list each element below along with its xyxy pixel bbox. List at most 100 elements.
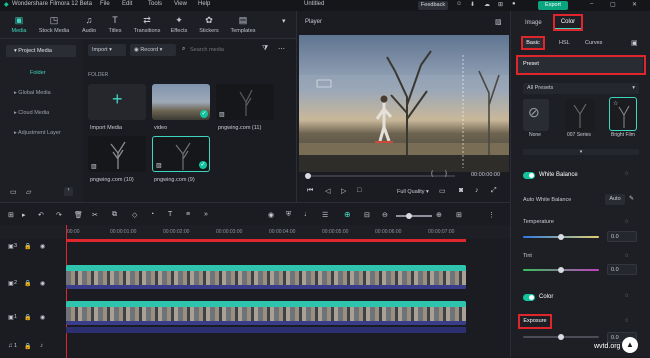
render-icon[interactable]: ◉ (268, 211, 274, 219)
play-icon[interactable]: ▷ (341, 187, 346, 195)
crop-icon[interactable]: ⧉ (112, 211, 117, 219)
layout-icon[interactable]: ⊞ (8, 211, 14, 219)
tab-templates[interactable]: ▤ Templates (226, 13, 260, 37)
sidebar-item-folder[interactable]: Folder (6, 67, 76, 79)
collapse-sidebar-icon[interactable]: ‹ (64, 187, 73, 196)
select-icon[interactable]: ▸ (22, 211, 26, 219)
subtab-curves[interactable]: Curves (585, 40, 602, 46)
split-screen-icon[interactable]: ⊟ (364, 211, 370, 219)
notification-icon[interactable]: ☺ (456, 1, 462, 7)
video-tile[interactable]: ✓ (152, 84, 210, 120)
mark-out-icon[interactable]: } (445, 171, 447, 177)
image-tile-11[interactable]: ▨ ✓ (216, 84, 274, 120)
undo-icon[interactable]: ↶ (38, 211, 44, 219)
display-icon[interactable]: ▭ (439, 187, 446, 195)
minimize-icon[interactable]: – (590, 1, 593, 7)
eye-icon[interactable]: ◉ (40, 243, 45, 250)
white-balance-toggle[interactable] (523, 172, 535, 179)
menu-edit[interactable]: Edit (122, 1, 132, 7)
stop-icon[interactable]: □ (357, 187, 361, 194)
step-back-icon[interactable]: ◁ (325, 187, 330, 195)
filter-icon[interactable]: ⧩ (262, 45, 268, 53)
lock-icon[interactable]: 🔒 (24, 314, 31, 321)
playhead[interactable] (66, 225, 67, 358)
menu-help[interactable]: Help (198, 1, 210, 7)
slider-knob[interactable] (558, 234, 564, 240)
picture-icon[interactable]: ▨ (495, 18, 502, 26)
cloud-icon[interactable]: ☁ (484, 1, 490, 8)
shield-icon[interactable]: ⛨ (286, 211, 291, 219)
slider-knob[interactable] (558, 267, 564, 273)
tab-effects[interactable]: ✦ Effects (164, 13, 194, 37)
tint-slider[interactable] (523, 267, 599, 273)
split-icon[interactable]: ✂ (92, 211, 98, 219)
tab-stickers[interactable]: ✿ Stickers (194, 13, 224, 37)
sidebar-item-adjustment-layer[interactable]: ▸ Adjustment Layer (6, 127, 76, 139)
lock-icon[interactable]: 🔒 (24, 280, 31, 287)
feedback-button[interactable]: Feedback (418, 1, 448, 10)
reset-icon[interactable]: ◌ (625, 253, 629, 259)
zoom-out-icon[interactable]: ⊖ (382, 211, 388, 219)
eyedropper-icon[interactable]: ✎ (629, 195, 634, 202)
close-icon[interactable]: ✕ (632, 1, 637, 8)
tint-value[interactable]: 0.0 (607, 264, 637, 275)
volume-icon[interactable]: ♪ (475, 187, 479, 194)
speed-icon[interactable]: ◔ (150, 211, 154, 218)
collapse-icon[interactable]: ▾ (282, 17, 286, 25)
import-media-tile[interactable]: + (88, 84, 146, 120)
tab-image[interactable]: Image (525, 20, 542, 26)
reset-icon[interactable]: ◌ (625, 219, 629, 225)
record-dropdown[interactable]: ◉ Record ▾ (130, 44, 176, 56)
lock-icon[interactable]: 🔒 (24, 343, 31, 350)
menu-tools[interactable]: Tools (148, 1, 162, 7)
mark-in-icon[interactable]: { (431, 171, 433, 177)
preset-category-dropdown[interactable]: All Presets ▾ (523, 83, 639, 94)
snapshot-icon[interactable]: ◙ (459, 187, 463, 194)
exposure-slider[interactable] (523, 334, 599, 340)
video-preview[interactable] (299, 35, 509, 172)
fit-icon[interactable]: ⊞ (456, 211, 462, 219)
volume-icon[interactable]: ♪ (40, 343, 43, 349)
preset-007-series[interactable] (565, 99, 595, 131)
reset-icon[interactable]: ◌ (625, 318, 629, 324)
tab-media[interactable]: ▣ Media (4, 13, 34, 37)
auto-button[interactable]: Auto (605, 194, 625, 205)
more-icon[interactable]: ⋯ (278, 45, 285, 53)
text-icon[interactable]: T (168, 211, 172, 218)
video-clip-track-2[interactable] (66, 265, 466, 289)
fullscreen-icon[interactable]: ⤢ (491, 187, 497, 195)
slider-knob[interactable] (558, 334, 564, 340)
menu-view[interactable]: View (174, 1, 187, 7)
more-icon[interactable]: » (204, 211, 208, 218)
slider-knob[interactable] (406, 213, 412, 219)
maximize-icon[interactable]: ▢ (610, 1, 616, 8)
lock-icon[interactable]: 🔒 (24, 243, 31, 250)
tab-transitions[interactable]: ⇄ Transitions (130, 13, 164, 37)
export-button[interactable]: Export (538, 1, 568, 10)
search-input[interactable] (190, 44, 260, 56)
preset-none[interactable]: ⊘ (523, 99, 549, 131)
microphone-icon[interactable]: ♩ (304, 211, 311, 218)
reset-icon[interactable]: ◌ (625, 171, 629, 177)
sidebar-item-cloud-media[interactable]: ▸ Cloud Media (6, 107, 76, 119)
save-icon[interactable]: ▣ (631, 39, 638, 47)
adjust-icon[interactable]: ≡ (186, 211, 190, 218)
download-icon[interactable]: ⬇ (470, 1, 475, 8)
preset-bright-film[interactable]: ☆ (609, 97, 637, 131)
video-clip-track-1[interactable] (66, 301, 466, 325)
color-toggle[interactable] (523, 294, 535, 301)
prev-frame-icon[interactable]: ⏮ (307, 187, 313, 195)
subtab-hsl[interactable]: HSL (559, 40, 570, 46)
tab-titles[interactable]: T Titles (100, 13, 130, 37)
image-tile-10[interactable]: ▨ (88, 136, 146, 172)
tab-stock-media[interactable]: ◳ Stock Media (36, 13, 72, 37)
user-icon[interactable]: ● (512, 1, 516, 7)
grid-icon[interactable]: ⊞ (498, 1, 503, 8)
temperature-value[interactable]: 0.0 (607, 231, 637, 242)
playhead-knob[interactable] (305, 173, 311, 179)
eye-icon[interactable]: ◉ (40, 314, 45, 321)
tag-icon[interactable]: ◇ (132, 211, 137, 219)
delete-icon[interactable]: 🗑 (74, 211, 83, 219)
eye-icon[interactable]: ◉ (40, 280, 45, 287)
menu-file[interactable]: File (100, 1, 110, 7)
